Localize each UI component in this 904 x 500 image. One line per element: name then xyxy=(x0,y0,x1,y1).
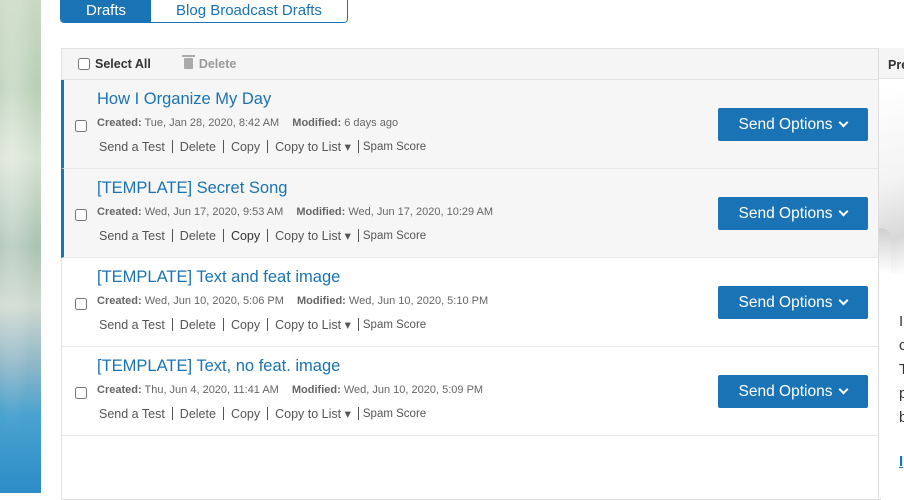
copy-link[interactable]: Copy xyxy=(231,318,260,332)
copy-link[interactable]: Copy xyxy=(231,229,260,243)
preview-panel: Pre I c T p b I xyxy=(879,48,904,498)
draft-row: [TEMPLATE] Text and feat image Created: … xyxy=(62,258,880,347)
select-all-control[interactable]: Select All xyxy=(78,57,151,71)
modified-date: Wed, Jun 17, 2020, 10:29 AM xyxy=(348,206,494,218)
draft-actions: Send a Test Delete Copy Copy to List ▾ S… xyxy=(99,228,426,244)
delete-link[interactable]: Delete xyxy=(180,318,216,332)
draft-row: [TEMPLATE] Secret Song Created: Wed, Jun… xyxy=(61,169,880,258)
delete-selected-button[interactable]: Delete xyxy=(181,54,237,71)
draft-checkbox[interactable] xyxy=(75,209,87,221)
send-options-label: Send Options xyxy=(738,204,833,222)
send-options-button[interactable]: Send Options xyxy=(718,375,868,408)
drafts-tabs: Drafts Blog Broadcast Drafts xyxy=(60,0,348,23)
chevron-down-icon xyxy=(839,117,849,128)
copy-to-list-dropdown[interactable]: Copy to List ▾ xyxy=(275,317,351,332)
send-test-link[interactable]: Send a Test xyxy=(99,140,165,154)
preview-header: Pre xyxy=(879,48,904,79)
preview-text-line: p xyxy=(899,385,904,402)
preview-text-line: b xyxy=(899,409,904,426)
send-options-label: Send Options xyxy=(738,115,833,133)
draft-title-link[interactable]: [TEMPLATE] Secret Song xyxy=(97,179,287,198)
chevron-down-icon xyxy=(839,384,849,395)
spam-score-link[interactable]: Spam Score xyxy=(363,230,426,242)
send-options-button[interactable]: Send Options xyxy=(718,286,868,319)
tab-blog-broadcast-drafts-label: Blog Broadcast Drafts xyxy=(176,2,322,19)
draft-actions: Send a Test Delete Copy Copy to List ▾ S… xyxy=(99,139,426,155)
draft-meta: Created: Tue, Jan 28, 2020, 8:42 AM Modi… xyxy=(97,117,398,129)
draft-title-link[interactable]: How I Organize My Day xyxy=(97,90,271,109)
created-label: Created: xyxy=(97,117,142,129)
draft-title-link[interactable]: [TEMPLATE] Text and feat image xyxy=(97,268,340,287)
created-date: Tue, Jan 28, 2020, 8:42 AM xyxy=(144,117,280,129)
send-options-button[interactable]: Send Options xyxy=(718,197,868,230)
copy-to-list-dropdown[interactable]: Copy to List ▾ xyxy=(275,139,351,154)
modified-date: Wed, Jun 10, 2020, 5:10 PM xyxy=(348,295,489,307)
preview-image xyxy=(879,88,904,273)
created-label: Created: xyxy=(97,206,142,218)
draft-meta: Created: Thu, Jun 4, 2020, 11:41 AM Modi… xyxy=(97,384,483,396)
send-test-link[interactable]: Send a Test xyxy=(99,318,165,332)
send-options-button[interactable]: Send Options xyxy=(718,108,868,141)
spam-score-link[interactable]: Spam Score xyxy=(363,319,426,331)
preview-text-line: c xyxy=(899,337,904,354)
preview-text-line: I xyxy=(899,313,904,330)
tab-drafts-label: Drafts xyxy=(86,2,127,19)
send-test-link[interactable]: Send a Test xyxy=(99,407,165,421)
copy-link[interactable]: Copy xyxy=(231,140,260,154)
background-photo-strip xyxy=(0,0,41,493)
modified-label: Modified: xyxy=(292,117,342,129)
send-options-label: Send Options xyxy=(738,293,833,311)
draft-meta: Created: Wed, Jun 10, 2020, 5:06 PM Modi… xyxy=(97,295,488,307)
preview-link[interactable]: I xyxy=(899,453,903,470)
send-options-label: Send Options xyxy=(738,382,833,400)
created-label: Created: xyxy=(97,295,142,307)
draft-row: [TEMPLATE] Text, no feat. image Created:… xyxy=(62,347,880,436)
delete-link[interactable]: Delete xyxy=(180,140,216,154)
modified-date: 6 days ago xyxy=(344,117,399,129)
preview-text: I c T p b xyxy=(899,310,904,430)
spam-score-link[interactable]: Spam Score xyxy=(363,141,426,153)
created-date: Wed, Jun 10, 2020, 5:06 PM xyxy=(144,295,284,307)
draft-checkbox[interactable] xyxy=(75,298,87,310)
tab-blog-broadcast-drafts[interactable]: Blog Broadcast Drafts xyxy=(151,0,347,22)
draft-meta: Created: Wed, Jun 17, 2020, 9:53 AM Modi… xyxy=(97,206,493,218)
tab-drafts[interactable]: Drafts xyxy=(61,0,152,22)
copy-to-list-dropdown[interactable]: Copy to List ▾ xyxy=(275,406,351,421)
draft-title-link[interactable]: [TEMPLATE] Text, no feat. image xyxy=(97,357,340,376)
created-date: Wed, Jun 17, 2020, 9:53 AM xyxy=(144,206,284,218)
spam-score-link[interactable]: Spam Score xyxy=(363,408,426,420)
select-all-label: Select All xyxy=(95,57,151,71)
modified-label: Modified: xyxy=(296,295,346,307)
select-all-checkbox[interactable] xyxy=(78,58,90,70)
created-date: Thu, Jun 4, 2020, 11:41 AM xyxy=(144,384,279,396)
drafts-list-panel: Select All Delete How I Organize My Day … xyxy=(61,48,881,500)
chevron-down-icon xyxy=(839,206,849,217)
chevron-down-icon xyxy=(839,295,849,306)
delete-link[interactable]: Delete xyxy=(180,407,216,421)
draft-checkbox[interactable] xyxy=(75,387,87,399)
copy-to-list-dropdown[interactable]: Copy to List ▾ xyxy=(275,228,351,243)
preview-text-line: T xyxy=(899,361,904,378)
draft-row: How I Organize My Day Created: Tue, Jan … xyxy=(61,80,880,169)
draft-checkbox[interactable] xyxy=(75,120,87,132)
drafts-page: Drafts Blog Broadcast Drafts Select All … xyxy=(41,0,904,500)
modified-date: Wed, Jun 10, 2020, 5:09 PM xyxy=(343,384,484,396)
delete-link[interactable]: Delete xyxy=(180,229,216,243)
modified-label: Modified: xyxy=(296,206,346,218)
trash-icon xyxy=(181,54,195,69)
created-label: Created: xyxy=(97,384,142,396)
send-test-link[interactable]: Send a Test xyxy=(99,229,165,243)
delete-selected-label: Delete xyxy=(198,57,237,71)
list-header: Select All Delete xyxy=(62,49,880,80)
draft-actions: Send a Test Delete Copy Copy to List ▾ S… xyxy=(99,406,426,422)
modified-label: Modified: xyxy=(291,384,341,396)
copy-link[interactable]: Copy xyxy=(231,407,260,421)
draft-actions: Send a Test Delete Copy Copy to List ▾ S… xyxy=(99,317,426,333)
